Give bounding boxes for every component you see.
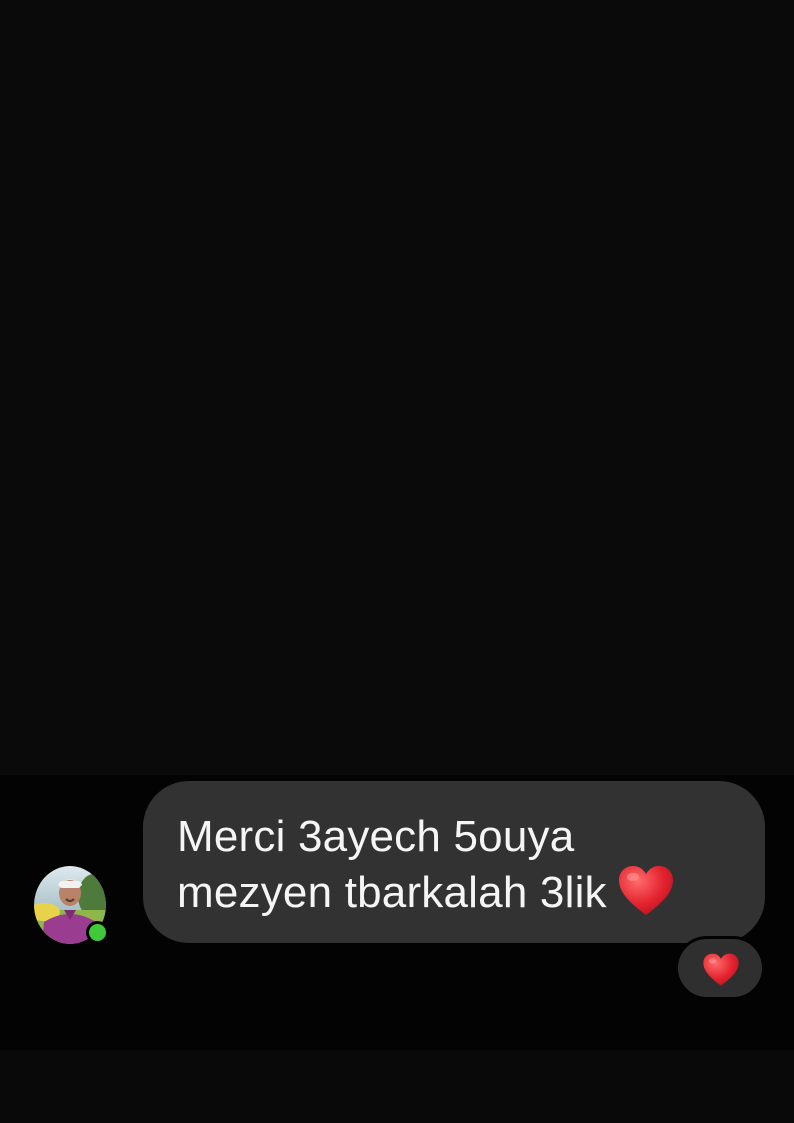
red-heart-icon: [617, 865, 675, 917]
message-history-area[interactable]: [0, 0, 794, 775]
red-heart-icon: [702, 953, 740, 987]
bottom-area: [0, 1050, 794, 1123]
online-status-dot: [86, 921, 109, 944]
heart-reaction-badge[interactable]: [675, 936, 765, 1000]
message-line-1: Merci 3ayech 5ouya: [177, 812, 575, 861]
message-text: Merci 3ayech 5ouya mezyen tbarkalah 3lik: [177, 809, 735, 921]
message-bubble[interactable]: Merci 3ayech 5ouya mezyen tbarkalah 3lik: [143, 781, 765, 943]
message-line-2-text: mezyen tbarkalah 3lik: [177, 868, 607, 917]
contact-avatar[interactable]: [34, 866, 109, 944]
message-line-2: mezyen tbarkalah 3lik: [177, 865, 735, 921]
chat-screen: Merci 3ayech 5ouya mezyen tbarkalah 3lik: [0, 0, 794, 1123]
